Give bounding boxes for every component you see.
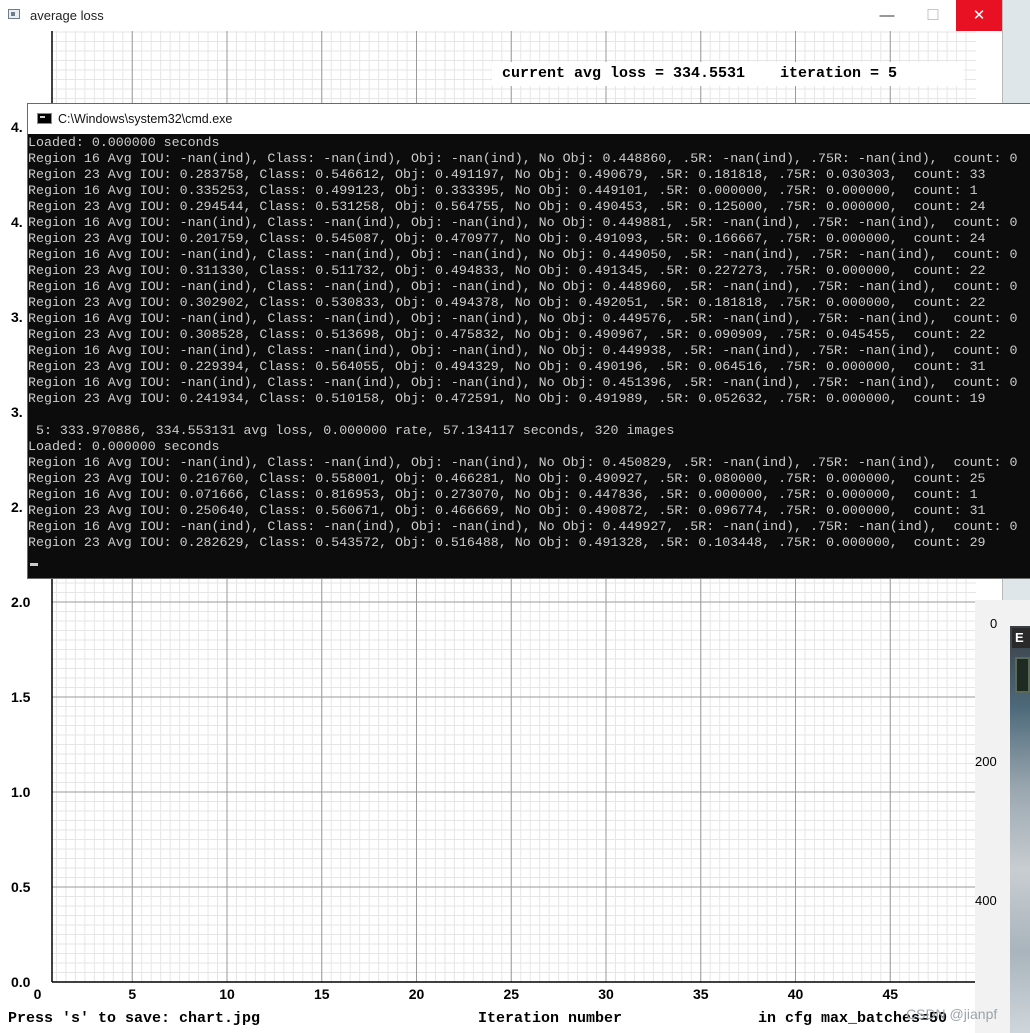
y-tick-label: 1.0	[11, 784, 31, 800]
close-button[interactable]: ✕	[956, 0, 1002, 31]
minimize-button[interactable]: —	[864, 0, 910, 31]
bg-tick-200: 200	[975, 754, 997, 769]
x-tick-label: 40	[788, 986, 804, 1002]
current-avg-loss-text: current avg loss = 334.5531	[502, 65, 746, 82]
console-line: 5: 333.970886, 334.553131 avg loss, 0.00…	[28, 423, 675, 438]
bg-tick-400: 400	[975, 893, 997, 908]
cmd-app-icon	[37, 113, 52, 124]
y-tick-label: 4.	[11, 119, 23, 135]
y-tick-label: 2.	[11, 499, 23, 515]
cmd-window[interactable]: C:\Windows\system32\cmd.exe Loaded: 0.00…	[28, 104, 1030, 578]
bg-badge: E	[1012, 628, 1030, 648]
x-tick-label: 15	[314, 986, 330, 1002]
chart-titlebar[interactable]: average loss — ☐ ✕	[0, 0, 1002, 31]
x-tick-label: 30	[598, 986, 614, 1002]
y-tick-label: 0.0	[11, 974, 31, 990]
console-line: Region 23 Avg IOU: 0.216760, Class: 0.55…	[28, 471, 986, 486]
y-tick-label: 4.	[11, 214, 23, 230]
console-line: Region 16 Avg IOU: -nan(ind), Class: -na…	[28, 247, 1018, 262]
x-tick-label: 0	[34, 986, 42, 1002]
save-hint: Press 's' to save: chart.jpg	[8, 1010, 261, 1027]
console-line: Region 23 Avg IOU: 0.282629, Class: 0.54…	[28, 535, 986, 550]
y-tick-label: 3.	[11, 404, 23, 420]
console-line: Region 23 Avg IOU: 0.311330, Class: 0.51…	[28, 263, 986, 278]
cmd-titlebar[interactable]: C:\Windows\system32\cmd.exe	[28, 104, 1030, 134]
chart-app-icon	[8, 9, 20, 19]
y-tick-label: 3.	[11, 309, 23, 325]
console-line: Region 23 Avg IOU: 0.308528, Class: 0.51…	[28, 327, 986, 342]
game-icon	[1015, 657, 1030, 693]
background-image-window[interactable]: 0 200 400 E	[975, 600, 1030, 1033]
y-tick-label: 2.0	[11, 594, 31, 610]
console-cursor	[30, 563, 38, 566]
x-tick-label: 5	[128, 986, 136, 1002]
console-line: Region 16 Avg IOU: -nan(ind), Class: -na…	[28, 343, 1018, 358]
console-line: Region 23 Avg IOU: 0.201759, Class: 0.54…	[28, 231, 986, 246]
x-axis-title: Iteration number	[478, 1010, 623, 1027]
console-line: Region 23 Avg IOU: 0.302902, Class: 0.53…	[28, 295, 986, 310]
bg-tick-0: 0	[990, 616, 998, 631]
console-line: Region 16 Avg IOU: -nan(ind), Class: -na…	[28, 375, 1018, 390]
console-line: Region 16 Avg IOU: 0.071666, Class: 0.81…	[28, 487, 978, 502]
y-tick-label: 1.5	[11, 689, 31, 705]
console-line: Region 23 Avg IOU: 0.250640, Class: 0.56…	[28, 503, 986, 518]
x-tick-label: 20	[409, 986, 425, 1002]
console-line: Region 16 Avg IOU: -nan(ind), Class: -na…	[28, 215, 1018, 230]
y-tick-label: 0.5	[11, 879, 31, 895]
iteration-text: iteration = 5	[780, 65, 898, 82]
console-line: Region 16 Avg IOU: 0.335253, Class: 0.49…	[28, 183, 978, 198]
console-line: Region 23 Avg IOU: 0.229394, Class: 0.56…	[28, 359, 986, 374]
x-tick-label: 10	[219, 986, 235, 1002]
console-line: Region 16 Avg IOU: -nan(ind), Class: -na…	[28, 519, 1018, 534]
console-line: Region 16 Avg IOU: -nan(ind), Class: -na…	[28, 151, 1018, 166]
console-line: Region 16 Avg IOU: -nan(ind), Class: -na…	[28, 279, 1018, 294]
maximize-button[interactable]: ☐	[910, 0, 956, 31]
console-line: Region 23 Avg IOU: 0.283758, Class: 0.54…	[28, 167, 986, 182]
console-line: Region 23 Avg IOU: 0.241934, Class: 0.51…	[28, 391, 986, 406]
x-tick-label: 35	[693, 986, 709, 1002]
x-tick-label: 25	[503, 986, 519, 1002]
console-line: Loaded: 0.000000 seconds	[28, 135, 220, 150]
x-tick-label: 45	[882, 986, 898, 1002]
watermark: CSDN @jianpf	[906, 1006, 998, 1022]
console-line: Region 23 Avg IOU: 0.294544, Class: 0.53…	[28, 199, 986, 214]
console-line: Region 16 Avg IOU: -nan(ind), Class: -na…	[28, 455, 1018, 470]
console-output[interactable]: Loaded: 0.000000 seconds Region 16 Avg IO…	[28, 135, 1030, 551]
console-line: Loaded: 0.000000 seconds	[28, 439, 220, 454]
chart-window-title: average loss	[30, 8, 104, 23]
cmd-window-title: C:\Windows\system32\cmd.exe	[58, 112, 233, 126]
console-line: Region 16 Avg IOU: -nan(ind), Class: -na…	[28, 311, 1018, 326]
